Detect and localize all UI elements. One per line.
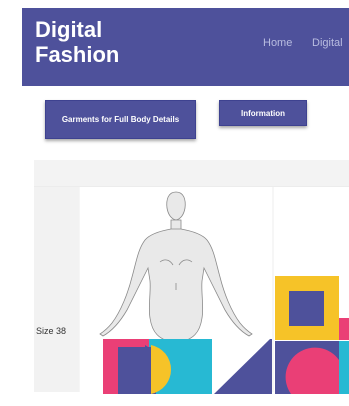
- content-graphics: [99, 191, 349, 394]
- geometric-pattern-icon: [103, 339, 272, 394]
- mannequin-figure-icon: [99, 191, 253, 344]
- pattern-squares-icon: [275, 276, 349, 394]
